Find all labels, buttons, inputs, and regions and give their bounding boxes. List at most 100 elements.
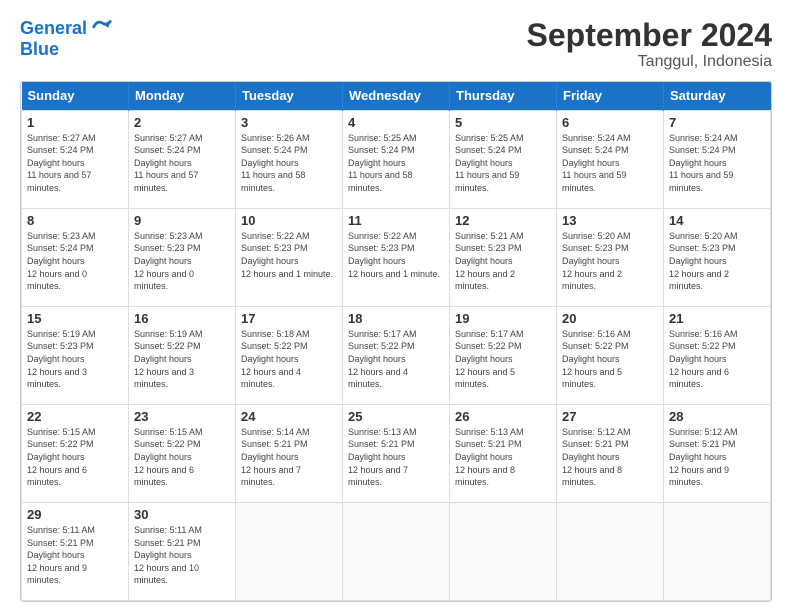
logo-text: General: [20, 19, 87, 39]
calendar-cell: [343, 502, 450, 600]
calendar-cell: 14 Sunrise: 5:20 AMSunset: 5:23 PMDayligh…: [664, 208, 771, 306]
calendar-cell: 26 Sunrise: 5:13 AMSunset: 5:21 PMDayligh…: [450, 404, 557, 502]
calendar-cell: 30 Sunrise: 5:11 AMSunset: 5:21 PMDayligh…: [129, 502, 236, 600]
col-monday: Monday: [129, 82, 236, 110]
logo: General Blue: [20, 18, 112, 60]
calendar-week-row: 1 Sunrise: 5:27 AMSunset: 5:24 PMDaylight…: [22, 110, 771, 208]
calendar-cell: 27Sunrise: 5:12 AMSunset: 5:21 PMDayligh…: [557, 404, 664, 502]
day-info: Sunrise: 5:12 AMSunset: 5:21 PMDaylight …: [669, 426, 765, 489]
day-number: 3: [241, 115, 337, 130]
calendar-cell: 11 Sunrise: 5:22 AMSunset: 5:23 PMDayligh…: [343, 208, 450, 306]
day-number: 19: [455, 311, 551, 326]
day-number: 15: [27, 311, 123, 326]
calendar-cell: 28Sunrise: 5:12 AMSunset: 5:21 PMDayligh…: [664, 404, 771, 502]
calendar-cell: 8Sunrise: 5:23 AMSunset: 5:24 PMDaylight…: [22, 208, 129, 306]
day-number: 30: [134, 507, 230, 522]
day-number: 18: [348, 311, 444, 326]
calendar-cell: [664, 502, 771, 600]
day-number: 14: [669, 213, 765, 228]
calendar-cell: 13 Sunrise: 5:20 AMSunset: 5:23 PMDayligh…: [557, 208, 664, 306]
day-number: 24: [241, 409, 337, 424]
calendar-cell: 24 Sunrise: 5:14 AMSunset: 5:21 PMDayligh…: [236, 404, 343, 502]
day-number: 21: [669, 311, 765, 326]
day-info: Sunrise: 5:24 AMSunset: 5:24 PMDaylight …: [669, 132, 765, 195]
col-friday: Friday: [557, 82, 664, 110]
day-info: Sunrise: 5:27 AMSunset: 5:24 PMDaylight …: [134, 132, 230, 195]
calendar-title: September 2024: [527, 18, 772, 53]
day-info: Sunrise: 5:13 AMSunset: 5:21 PMDaylight …: [455, 426, 551, 489]
calendar-cell: 15 Sunrise: 5:19 AMSunset: 5:23 PMDayligh…: [22, 306, 129, 404]
col-sunday: Sunday: [22, 82, 129, 110]
day-info: Sunrise: 5:26 AMSunset: 5:24 PMDaylight …: [241, 132, 337, 195]
calendar-cell: 10 Sunrise: 5:22 AMSunset: 5:23 PMDayligh…: [236, 208, 343, 306]
calendar-week-row: 29 Sunrise: 5:11 AMSunset: 5:21 PMDayligh…: [22, 502, 771, 600]
calendar-cell: [450, 502, 557, 600]
day-number: 26: [455, 409, 551, 424]
day-number: 17: [241, 311, 337, 326]
calendar-cell: 2Sunrise: 5:27 AMSunset: 5:24 PMDaylight…: [129, 110, 236, 208]
col-wednesday: Wednesday: [343, 82, 450, 110]
day-number: 1: [27, 115, 123, 130]
day-info: Sunrise: 5:16 AMSunset: 5:22 PMDaylight …: [562, 328, 658, 391]
calendar-cell: 12Sunrise: 5:21 AMSunset: 5:23 PMDayligh…: [450, 208, 557, 306]
title-block: September 2024 Tanggul, Indonesia: [527, 18, 772, 71]
day-info: Sunrise: 5:25 AMSunset: 5:24 PMDaylight …: [455, 132, 551, 195]
day-info: Sunrise: 5:16 AMSunset: 5:22 PMDaylight …: [669, 328, 765, 391]
day-info: Sunrise: 5:19 AMSunset: 5:22 PMDaylight …: [134, 328, 230, 391]
day-info: Sunrise: 5:12 AMSunset: 5:21 PMDaylight …: [562, 426, 658, 489]
calendar-cell: [236, 502, 343, 600]
day-number: 13: [562, 213, 658, 228]
day-info: Sunrise: 5:17 AMSunset: 5:22 PMDaylight …: [455, 328, 551, 391]
day-number: 11: [348, 213, 444, 228]
day-info: Sunrise: 5:23 AMSunset: 5:23 PMDaylight …: [134, 230, 230, 293]
day-info: Sunrise: 5:20 AMSunset: 5:23 PMDaylight …: [562, 230, 658, 293]
day-info: Sunrise: 5:18 AMSunset: 5:22 PMDaylight …: [241, 328, 337, 391]
calendar-cell: 25Sunrise: 5:13 AMSunset: 5:21 PMDayligh…: [343, 404, 450, 502]
calendar-week-row: 22 Sunrise: 5:15 AMSunset: 5:22 PMDayligh…: [22, 404, 771, 502]
calendar-week-row: 15 Sunrise: 5:19 AMSunset: 5:23 PMDayligh…: [22, 306, 771, 404]
day-number: 7: [669, 115, 765, 130]
day-info: Sunrise: 5:20 AMSunset: 5:23 PMDaylight …: [669, 230, 765, 293]
calendar-week-row: 8Sunrise: 5:23 AMSunset: 5:24 PMDaylight…: [22, 208, 771, 306]
calendar-cell: 6 Sunrise: 5:24 AMSunset: 5:24 PMDaylight…: [557, 110, 664, 208]
day-info: Sunrise: 5:19 AMSunset: 5:23 PMDaylight …: [27, 328, 123, 391]
day-info: Sunrise: 5:24 AMSunset: 5:24 PMDaylight …: [562, 132, 658, 195]
logo-icon: [90, 16, 112, 38]
col-tuesday: Tuesday: [236, 82, 343, 110]
day-number: 29: [27, 507, 123, 522]
calendar-cell: 17 Sunrise: 5:18 AMSunset: 5:22 PMDayligh…: [236, 306, 343, 404]
day-info: Sunrise: 5:27 AMSunset: 5:24 PMDaylight …: [27, 132, 123, 195]
day-info: Sunrise: 5:11 AMSunset: 5:21 PMDaylight …: [134, 524, 230, 587]
day-number: 12: [455, 213, 551, 228]
calendar-table: Sunday Monday Tuesday Wednesday Thursday…: [21, 82, 771, 601]
calendar-cell: 7 Sunrise: 5:24 AMSunset: 5:24 PMDaylight…: [664, 110, 771, 208]
calendar-cell: 3 Sunrise: 5:26 AMSunset: 5:24 PMDaylight…: [236, 110, 343, 208]
logo-text-blue: Blue: [20, 40, 112, 60]
day-number: 5: [455, 115, 551, 130]
page: General Blue September 2024 Tanggul, Ind…: [0, 0, 792, 612]
calendar-cell: 18Sunrise: 5:17 AMSunset: 5:22 PMDayligh…: [343, 306, 450, 404]
calendar-cell: 22Sunrise: 5:15 AMSunset: 5:22 PMDayligh…: [22, 404, 129, 502]
calendar: Sunday Monday Tuesday Wednesday Thursday…: [20, 81, 772, 602]
calendar-header-row: Sunday Monday Tuesday Wednesday Thursday…: [22, 82, 771, 110]
calendar-cell: 29Sunrise: 5:11 AMSunset: 5:21 PMDayligh…: [22, 502, 129, 600]
day-number: 10: [241, 213, 337, 228]
calendar-cell: 16 Sunrise: 5:19 AMSunset: 5:22 PMDayligh…: [129, 306, 236, 404]
day-info: Sunrise: 5:15 AMSunset: 5:22 PMDaylight …: [134, 426, 230, 489]
calendar-cell: 4Sunrise: 5:25 AMSunset: 5:24 PMDaylight…: [343, 110, 450, 208]
day-number: 22: [27, 409, 123, 424]
calendar-subtitle: Tanggul, Indonesia: [527, 53, 772, 71]
day-number: 16: [134, 311, 230, 326]
calendar-cell: 19 Sunrise: 5:17 AMSunset: 5:22 PMDayligh…: [450, 306, 557, 404]
day-info: Sunrise: 5:22 AMSunset: 5:23 PMDaylight …: [241, 230, 337, 280]
day-info: Sunrise: 5:23 AMSunset: 5:24 PMDaylight …: [27, 230, 123, 293]
col-saturday: Saturday: [664, 82, 771, 110]
col-thursday: Thursday: [450, 82, 557, 110]
day-info: Sunrise: 5:22 AMSunset: 5:23 PMDaylight …: [348, 230, 444, 280]
day-number: 9: [134, 213, 230, 228]
day-number: 23: [134, 409, 230, 424]
calendar-cell: [557, 502, 664, 600]
day-number: 6: [562, 115, 658, 130]
day-number: 4: [348, 115, 444, 130]
day-info: Sunrise: 5:14 AMSunset: 5:21 PMDaylight …: [241, 426, 337, 489]
